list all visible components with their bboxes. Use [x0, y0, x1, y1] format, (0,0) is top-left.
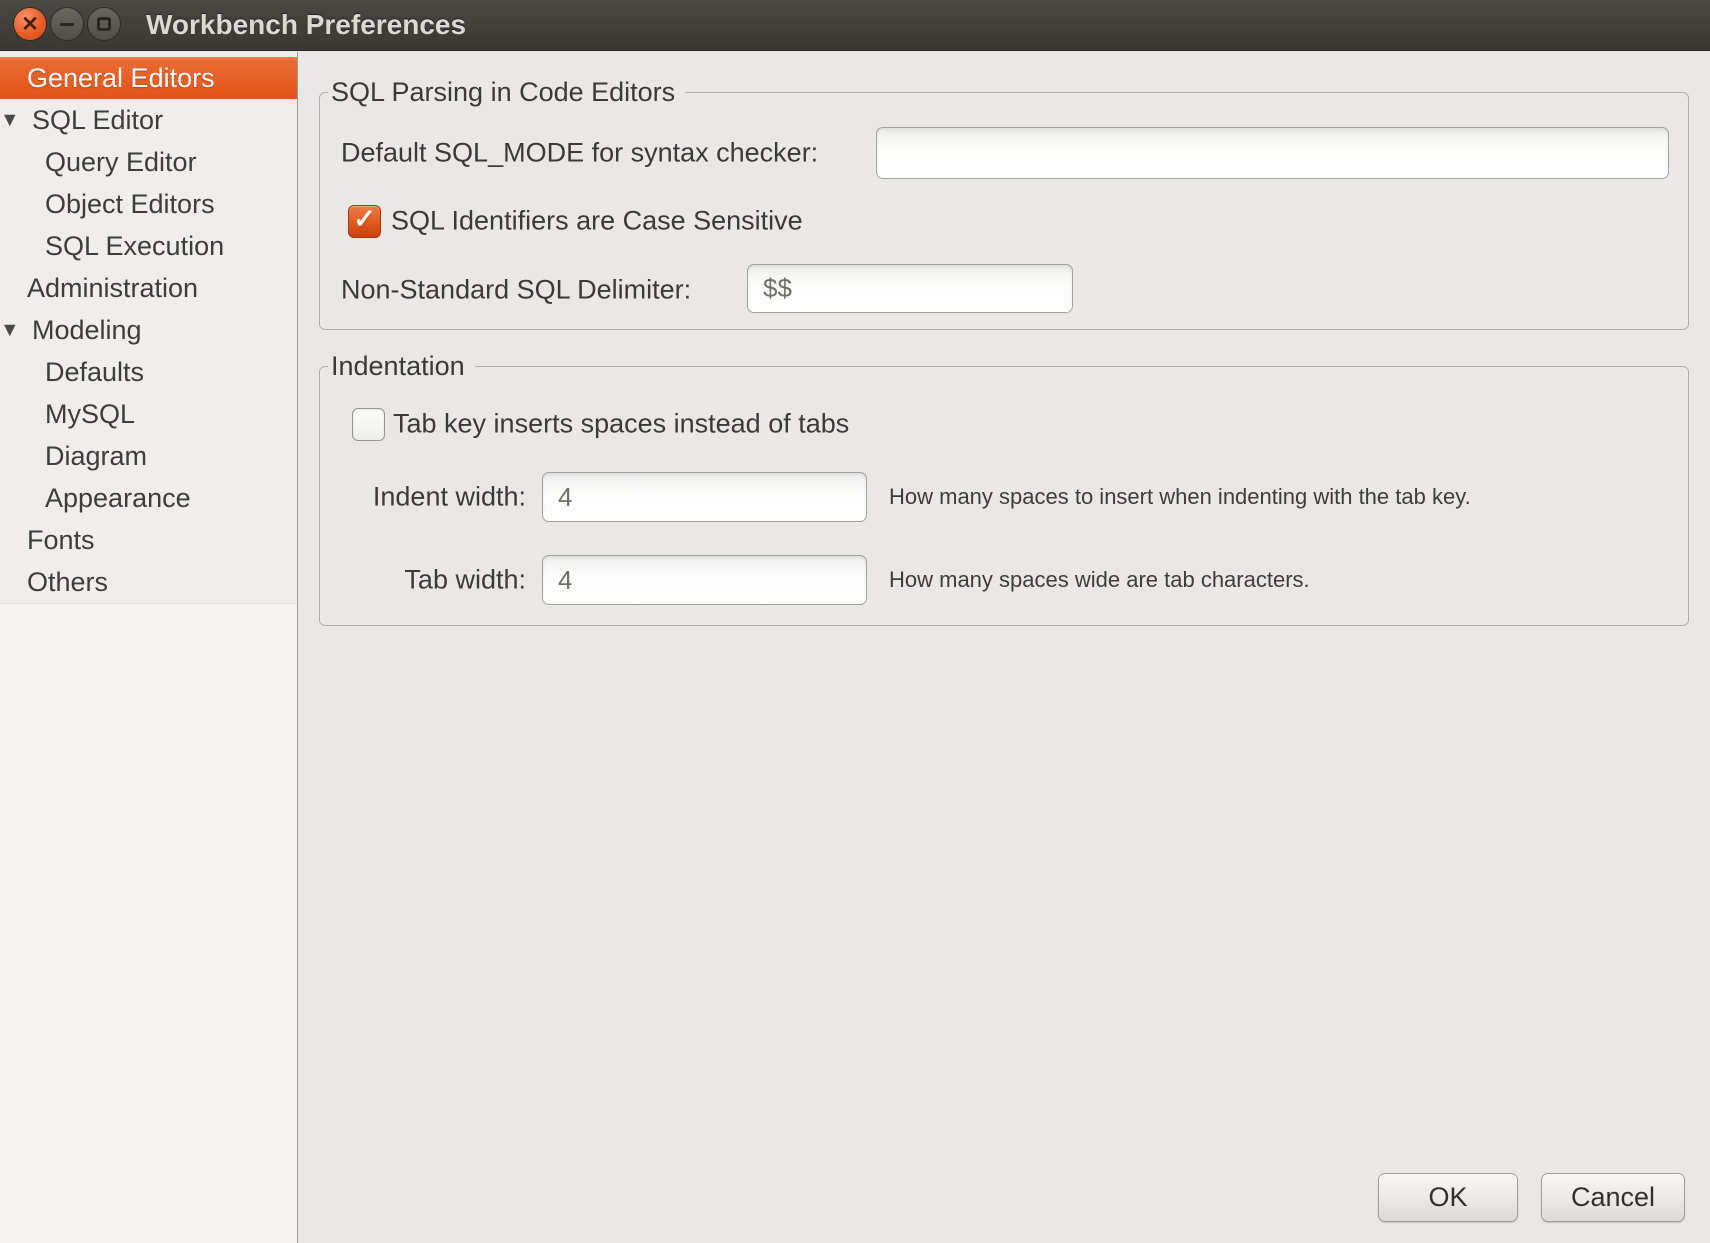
indent-width-help: How many spaces to insert when indenting… [889, 484, 1471, 510]
sidebar-item-sql-editor[interactable]: ▾ SQL Editor [0, 99, 297, 141]
expander-down-icon[interactable]: ▾ [4, 318, 16, 341]
sidebar-item-label: SQL Execution [45, 231, 224, 262]
preferences-window: ✕ Workbench Preferences General Editors ▾… [0, 0, 1710, 1243]
sidebar-item-label: Query Editor [45, 147, 197, 178]
sidebar-item-diagram[interactable]: Diagram [0, 435, 297, 477]
case-sensitive-checkbox[interactable]: ✓ [348, 205, 381, 238]
indent-width-label: Indent width: [341, 482, 526, 513]
sidebar-item-label: Object Editors [45, 189, 215, 220]
cancel-button[interactable]: Cancel [1541, 1173, 1685, 1222]
sidebar-item-others[interactable]: Others [0, 561, 297, 603]
sidebar-item-label: General Editors [27, 63, 215, 94]
sidebar-item-label: Others [27, 567, 108, 598]
ok-button-label: OK [1428, 1182, 1467, 1213]
sidebar-tree: General Editors ▾ SQL Editor Query Editor Ob… [0, 52, 297, 604]
indent-width-input[interactable] [542, 472, 867, 522]
close-icon: ✕ [14, 8, 46, 40]
window-title: Workbench Preferences [146, 0, 466, 51]
sidebar-item-label: Modeling [32, 315, 142, 346]
sidebar-item-fonts[interactable]: Fonts [0, 519, 297, 561]
expander-down-icon[interactable]: ▾ [4, 108, 16, 131]
minimize-button[interactable] [50, 7, 84, 41]
sidebar-item-sql-execution[interactable]: SQL Execution [0, 225, 297, 267]
sql-parsing-group-title: SQL Parsing in Code Editors [328, 74, 685, 110]
sidebar-item-label: Diagram [45, 441, 147, 472]
sidebar-item-label: Defaults [45, 357, 144, 388]
delimiter-input[interactable] [747, 264, 1073, 313]
sidebar-item-object-editors[interactable]: Object Editors [0, 183, 297, 225]
ok-button[interactable]: OK [1378, 1173, 1518, 1222]
tab-width-input[interactable] [542, 555, 867, 605]
sidebar-item-label: MySQL [45, 399, 135, 430]
tab-width-label: Tab width: [341, 565, 526, 596]
sidebar: General Editors ▾ SQL Editor Query Editor Ob… [0, 52, 298, 1243]
sidebar-item-mysql[interactable]: MySQL [0, 393, 297, 435]
case-sensitive-label: SQL Identifiers are Case Sensitive [391, 206, 803, 237]
tab-key-checkbox[interactable]: ✓ [352, 408, 385, 441]
cancel-button-label: Cancel [1571, 1182, 1655, 1213]
tab-key-label: Tab key inserts spaces instead of tabs [393, 409, 849, 440]
sql-mode-label: Default SQL_MODE for syntax checker: [341, 138, 818, 169]
sidebar-item-appearance[interactable]: Appearance [0, 477, 297, 519]
sidebar-item-label: Appearance [45, 483, 191, 514]
minimize-icon [60, 23, 74, 26]
sidebar-item-query-editor[interactable]: Query Editor [0, 141, 297, 183]
sidebar-item-general-editors[interactable]: General Editors [0, 57, 297, 99]
sidebar-item-label: Administration [27, 273, 198, 304]
tab-width-help: How many spaces wide are tab characters. [889, 567, 1310, 593]
sidebar-item-administration[interactable]: Administration [0, 267, 297, 309]
indentation-group-title: Indentation [328, 348, 475, 384]
content-panel: SQL Parsing in Code Editors Default SQL_… [299, 51, 1710, 1243]
maximize-button[interactable] [87, 7, 121, 41]
sidebar-item-label: Fonts [27, 525, 95, 556]
close-button[interactable]: ✕ [13, 7, 47, 41]
sidebar-item-label: SQL Editor [32, 105, 163, 136]
maximize-icon [97, 17, 111, 31]
titlebar[interactable]: ✕ Workbench Preferences [0, 0, 1710, 51]
sql-mode-input[interactable] [876, 127, 1669, 179]
delimiter-label: Non-Standard SQL Delimiter: [341, 275, 691, 306]
checkmark-icon: ✓ [349, 204, 380, 235]
sidebar-item-modeling[interactable]: ▾ Modeling [0, 309, 297, 351]
sidebar-item-defaults[interactable]: Defaults [0, 351, 297, 393]
